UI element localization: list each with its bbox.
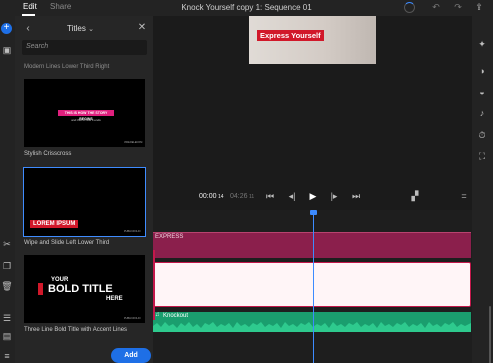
duration-frames: 11: [249, 194, 255, 200]
color-wheel-icon[interactable]: ◑: [476, 67, 488, 76]
settings-icon[interactable]: ≡: [1, 352, 13, 361]
playhead-marker[interactable]: [310, 210, 317, 215]
audio-clip[interactable]: ♫ Knockout: [153, 312, 471, 332]
go-to-end-icon[interactable]: ⏭: [350, 192, 362, 201]
duplicate-icon[interactable]: ❐: [1, 262, 13, 271]
step-forward-icon[interactable]: |▸: [328, 192, 340, 201]
video-clip-selected[interactable]: [153, 262, 471, 307]
music-note-icon: ♫: [155, 312, 160, 318]
speed-icon[interactable]: ⏱: [476, 131, 488, 140]
top-bar: Edit Share Knock Yourself copy 1: Sequen…: [0, 0, 493, 16]
audio-waveform: [153, 322, 471, 332]
play-icon[interactable]: ▶: [307, 192, 319, 201]
program-monitor[interactable]: Express Yourself: [249, 16, 376, 64]
current-timecode: 00:00: [199, 193, 217, 200]
more-options-icon[interactable]: =: [458, 192, 470, 201]
partial-template-caption: Modern Lines Lower Third Right: [24, 64, 110, 70]
preview-title-overlay[interactable]: Express Yourself: [257, 30, 324, 41]
right-toolbar: ✦ ◑ ◒ ♪ ⏱ ⛶: [472, 16, 493, 363]
template-thumbnail-stylish-crisscross[interactable]: THIS IS HOW THE STORY BEGINS and this is…: [24, 79, 145, 147]
add-button[interactable]: Add: [111, 348, 151, 363]
thumb-watermark: VIDEOELECOM: [124, 141, 143, 144]
sync-status-icon[interactable]: [404, 2, 415, 13]
thumb-headline: LOREM IPSUM: [30, 220, 79, 228]
audio-clip-label: Knockout: [163, 313, 189, 319]
thumb-line-3: HERE: [106, 296, 123, 302]
thumb-subtext: and this is how it ends: [71, 118, 101, 122]
project-title: Knock Yourself copy 1: Sequence 01: [181, 3, 312, 12]
track-layout-icon[interactable]: ☰: [1, 314, 13, 323]
current-frames: 14: [218, 194, 224, 200]
add-media-icon[interactable]: +: [1, 23, 12, 34]
share-export-icon[interactable]: ⇪: [473, 3, 485, 12]
template-name: Wipe and Slide Left Lower Third: [24, 240, 110, 246]
template-thumbnail-wipe-and-slide[interactable]: LOREM IPSUM PUBLICFOLIO: [23, 167, 146, 237]
titles-panel: ‹ Titles ⌄ ✕ Search Modern Lines Lower T…: [15, 16, 153, 363]
titles-dropdown-label: Titles: [67, 24, 86, 33]
timeline-view-icon[interactable]: ▤: [1, 332, 13, 341]
template-name: Stylish Crisscross: [24, 151, 72, 157]
effects-sparkle-icon[interactable]: ✦: [476, 40, 488, 49]
delete-trash-icon[interactable]: 🗑: [1, 282, 13, 291]
chevron-down-icon: ⌄: [88, 26, 94, 33]
fullscreen-icon[interactable]: ▞: [409, 192, 421, 201]
crop-icon[interactable]: ⛶: [476, 152, 488, 161]
audio-mixer-icon[interactable]: ♪: [476, 109, 488, 118]
transport-controls: 00:00 14 04:26 11 ⏮ ◂| ▶ |▸ ⏭ ▞ =: [153, 186, 472, 206]
go-to-start-icon[interactable]: ⏮: [264, 192, 276, 201]
adjust-icon[interactable]: ◒: [476, 88, 488, 97]
search-input[interactable]: Search: [22, 40, 147, 55]
title-clip[interactable]: EXPRESS: [153, 232, 471, 258]
scrollbar[interactable]: [489, 306, 491, 363]
thumb-watermark: PUBLICFOLIO: [124, 317, 141, 320]
template-thumbnail-three-line-bold[interactable]: YOUR BOLD TITLE HERE PUBLICFOLIO: [24, 255, 145, 323]
thumb-headline: THIS IS HOW THE STORY BEGINS: [58, 110, 114, 121]
template-name: Three Line Bold Title with Accent Lines: [24, 327, 128, 333]
left-toolbar: + ▣ ✂ ❐ 🗑 ☰ ▤ ≡: [0, 16, 15, 363]
panel-header: ‹ Titles ⌄ ✕: [15, 16, 153, 40]
close-icon[interactable]: ✕: [136, 23, 148, 33]
clip-trim-handle[interactable]: [153, 250, 155, 320]
undo-icon[interactable]: ↶: [430, 3, 442, 12]
title-clip-label: EXPRESS: [155, 234, 184, 240]
titles-dropdown[interactable]: Titles ⌄: [67, 24, 94, 33]
thumb-accent-line: [38, 283, 43, 295]
step-back-icon[interactable]: ◂|: [286, 192, 298, 201]
titles-icon[interactable]: ▣: [1, 46, 13, 55]
playhead[interactable]: [313, 213, 314, 363]
back-arrow-icon[interactable]: ‹: [22, 24, 34, 34]
thumb-watermark: PUBLICFOLIO: [124, 230, 141, 233]
thumb-line-2: BOLD TITLE: [48, 283, 113, 295]
split-scissors-icon[interactable]: ✂: [1, 240, 13, 249]
redo-icon[interactable]: ↷: [452, 3, 464, 12]
duration-timecode: 04:26: [230, 193, 248, 200]
